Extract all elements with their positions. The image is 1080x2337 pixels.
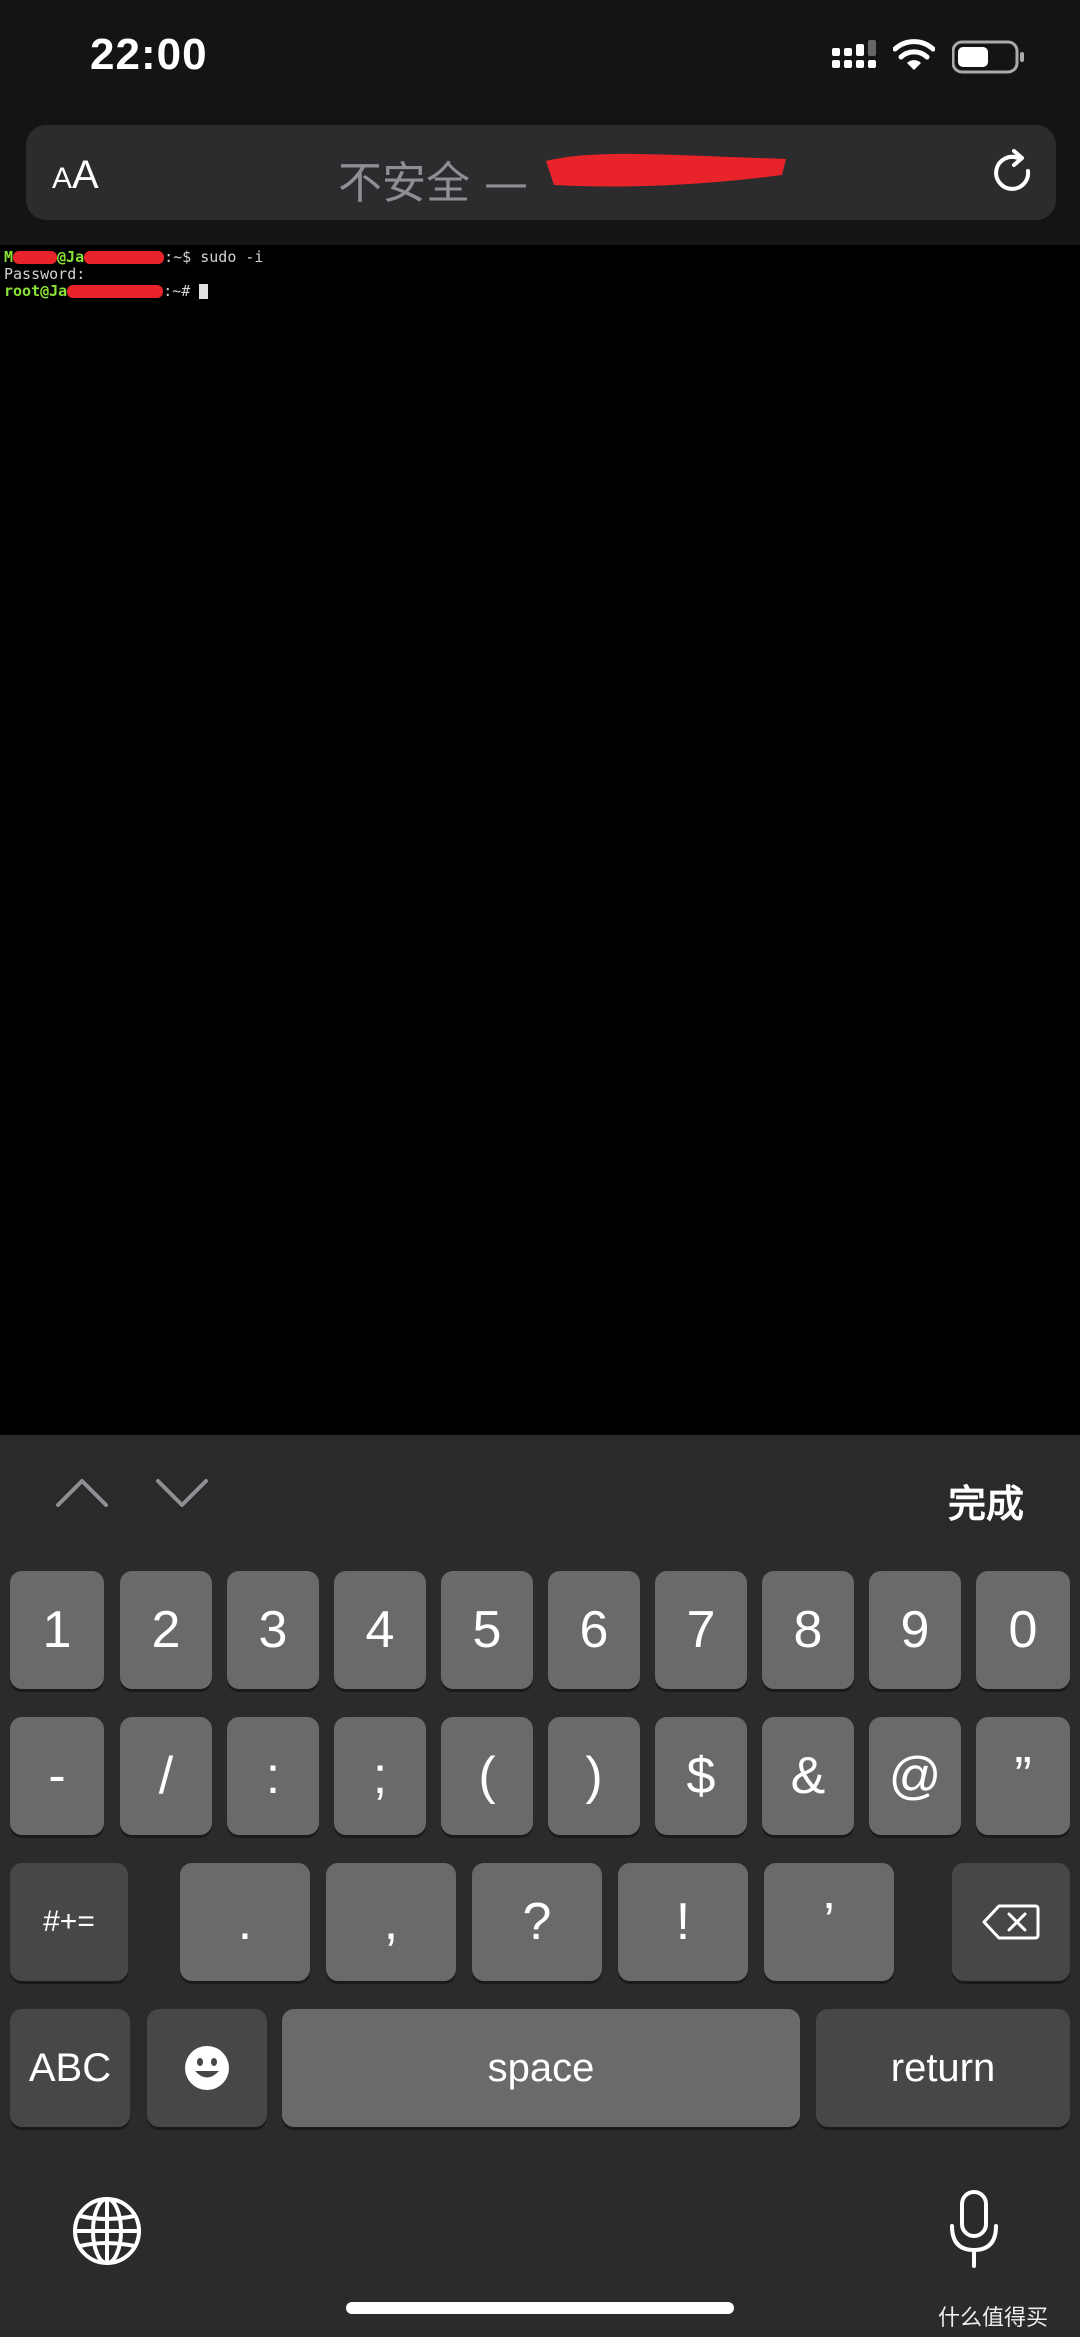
key-apostrophe[interactable]: ’ (764, 1863, 894, 1981)
home-indicator[interactable] (346, 2302, 734, 2314)
key-question[interactable]: ? (472, 1863, 602, 1981)
signal-icon (832, 40, 876, 68)
url-text: 不安全 — (338, 158, 528, 209)
terminal[interactable]: M @Ja:~$ sudo -i Password: root@Ja:~# (0, 245, 1080, 1435)
watermark: 什么值得买 (938, 2306, 1049, 2331)
terminal-line: root@Ja:~# (4, 283, 1076, 300)
space-key[interactable]: space (282, 2009, 800, 2127)
key-8[interactable]: 8 (762, 1571, 854, 1689)
keyboard-accessory-bar: 完成 (0, 1435, 1080, 1553)
key-4[interactable]: 4 (334, 1571, 426, 1689)
terminal-line: Password: (4, 265, 86, 283)
chevron-down-icon[interactable] (154, 1475, 210, 1511)
key-quote[interactable]: ” (976, 1717, 1070, 1835)
key-7[interactable]: 7 (655, 1571, 747, 1689)
address-bar[interactable]: AA 不安全 — (26, 125, 1056, 220)
key-semicolon[interactable]: ; (334, 1717, 426, 1835)
key-abc[interactable]: ABC (10, 2009, 130, 2127)
text-size-button[interactable]: AA (52, 153, 99, 198)
key-slash[interactable]: / (120, 1717, 212, 1835)
key-colon[interactable]: : (227, 1717, 319, 1835)
emoji-icon (185, 2046, 229, 2090)
emoji-button[interactable] (147, 2009, 267, 2127)
backspace-button[interactable] (952, 1863, 1070, 1981)
key-hyphen[interactable]: - (10, 1717, 104, 1835)
key-0[interactable]: 0 (976, 1571, 1070, 1689)
status-bar: 22:00 (0, 0, 1080, 120)
chevron-up-icon[interactable] (54, 1475, 110, 1511)
key-9[interactable]: 9 (869, 1571, 961, 1689)
return-key[interactable]: return (816, 2009, 1070, 2127)
key-dollar[interactable]: $ (655, 1717, 747, 1835)
key-2[interactable]: 2 (120, 1571, 212, 1689)
key-6[interactable]: 6 (548, 1571, 640, 1689)
terminal-line: M @Ja:~$ sudo -i (4, 248, 264, 266)
key-more-symbols[interactable]: #+= (10, 1863, 128, 1981)
key-ampersand[interactable]: & (762, 1717, 854, 1835)
browser-toolbar: AA 不安全 — (0, 120, 1080, 245)
key-period[interactable]: . (180, 1863, 310, 1981)
key-open-paren[interactable]: ( (441, 1717, 533, 1835)
terminal-cursor (199, 284, 209, 299)
backspace-icon (982, 1904, 1040, 1940)
key-1[interactable]: 1 (10, 1571, 104, 1689)
keyboard: 1 2 3 4 5 6 7 8 9 0 - / : ; ( ) $ & @ ” … (0, 1553, 1080, 2337)
key-5[interactable]: 5 (441, 1571, 533, 1689)
globe-icon[interactable] (72, 2196, 142, 2266)
key-comma[interactable]: , (326, 1863, 456, 1981)
status-time: 22:00 (90, 30, 208, 79)
key-exclamation[interactable]: ! (618, 1863, 748, 1981)
wifi-icon (893, 39, 935, 70)
battery-icon (952, 40, 1024, 74)
redaction-mark (546, 153, 786, 187)
key-3[interactable]: 3 (227, 1571, 319, 1689)
microphone-icon[interactable] (946, 2190, 1002, 2270)
key-close-paren[interactable]: ) (548, 1717, 640, 1835)
reload-icon[interactable] (988, 147, 1038, 199)
key-at[interactable]: @ (869, 1717, 961, 1835)
done-button[interactable]: 完成 (948, 1473, 1024, 1528)
